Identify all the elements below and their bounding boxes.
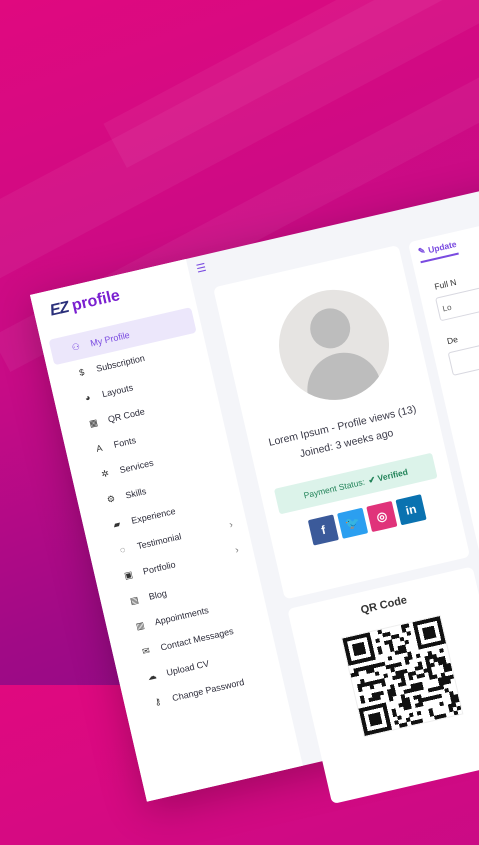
user-icon: ⚇ [70,340,81,353]
linkedin-icon[interactable]: in [395,494,427,526]
facebook-icon[interactable]: f [307,514,339,546]
sidebar-item-label: Testimonial [136,531,183,552]
sidebar-item-label: Fonts [112,435,137,450]
avatar-head [306,304,355,353]
qr-code-image [341,614,464,738]
sidebar-item-label: QR Code [106,406,146,425]
tab-update-label: Update [427,238,458,255]
avatar [268,278,400,411]
avatar-body [299,345,388,411]
sidebar-item-label: My Profile [89,329,131,349]
key-icon: ⚷ [153,695,162,707]
sidebar-item-label: Blog [147,588,168,602]
chevron-right-icon: › [234,544,240,556]
description-label: De [445,334,459,347]
sidebar-item-label: Portfolio [142,559,177,577]
sidebar-item-label: Experience [130,505,177,526]
logo[interactable]: EZ profile [48,287,122,321]
full-name-label: Full N [433,276,458,292]
edit-icon: ✎ [417,245,427,257]
sidebar-item-label: Upload CV [165,658,211,678]
cloud-upload-icon: ☁ [146,669,158,682]
logo-text: profile [70,287,122,315]
payment-status-value: ✔ Verified [367,466,409,485]
tab-update[interactable]: ✎ Update [417,237,459,264]
file-icon: ▤ [128,594,140,606]
comment-icon: ◌ [118,544,127,556]
logo-mark: EZ [48,298,71,320]
sidebar-item-label: Services [118,457,155,476]
palette-icon: ◕ [83,392,92,404]
sidebar-item-label: Layouts [101,382,135,400]
payment-status-label: Payment Status: [302,476,366,501]
calendar-icon: ▥ [134,619,146,632]
book-icon: ▰ [112,518,122,530]
qr-card: QR Code [287,566,479,805]
qrcode-icon: ▦ [88,416,99,429]
dollar-icon: $ [78,366,86,378]
envelope-icon: ✉ [141,644,151,657]
instagram-icon[interactable]: ◎ [366,500,398,533]
gear-icon: ✲ [100,467,110,479]
twitter-icon[interactable]: 🐦 [337,507,369,539]
app-window: EZ profile ⚇ My Profile $ Subscription ◕ Layo… [30,155,479,805]
id-card-icon: ▣ [123,568,134,581]
font-icon: A [95,442,104,454]
sidebar-item-label: Subscription [95,352,146,374]
hamburger-menu-icon[interactable]: ☰ [195,261,207,276]
sidebar-item-label: Skills [124,486,148,501]
chevron-right-icon: › [228,518,235,531]
gears-icon: ⚙ [105,492,116,505]
